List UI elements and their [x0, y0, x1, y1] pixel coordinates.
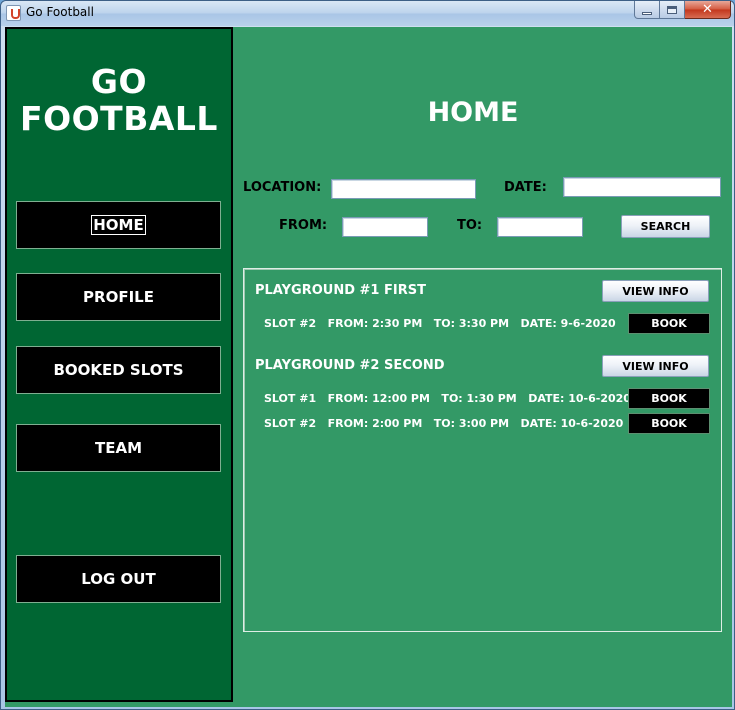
location-label: LOCATION:	[243, 180, 322, 195]
page-title: HOME	[427, 97, 519, 128]
slot-details: SLOT #2 FROM: 2:00 PM TO: 3:00 PM DATE: …	[264, 417, 624, 430]
sidebar-item-home[interactable]: HOME	[16, 201, 221, 249]
view-info-button[interactable]: VIEW INFO	[602, 355, 709, 377]
maximize-icon	[667, 5, 677, 14]
location-input[interactable]	[331, 179, 476, 199]
sidebar-item-log-out[interactable]: LOG OUT	[16, 555, 221, 603]
minimize-icon	[642, 11, 652, 15]
app-window: Go Football ✕ GO FOOTBALL HOME PROFILE B…	[0, 0, 735, 710]
title-bar[interactable]: Go Football ✕	[1, 1, 734, 26]
playground-name: PLAYGROUND #1 FIRST	[255, 283, 426, 298]
window-title: Go Football	[26, 5, 94, 19]
sidebar-item-label: HOME	[91, 215, 146, 235]
sidebar-item-booked-slots[interactable]: BOOKED SLOTS	[16, 346, 221, 394]
brand-line-2: FOOTBALL	[20, 99, 218, 138]
sidebar-item-label: LOG OUT	[81, 570, 156, 588]
book-button[interactable]: BOOK	[628, 313, 710, 334]
to-label: TO:	[457, 218, 483, 233]
close-button[interactable]: ✕	[685, 1, 731, 19]
minimize-button[interactable]	[634, 1, 660, 19]
slot-details: SLOT #2 FROM: 2:30 PM TO: 3:30 PM DATE: …	[264, 317, 616, 330]
sidebar-item-team[interactable]: TEAM	[16, 424, 221, 472]
sidebar-item-label: BOOKED SLOTS	[53, 361, 184, 379]
sidebar-item-label: PROFILE	[83, 288, 154, 306]
sidebar-item-label: TEAM	[94, 439, 142, 457]
search-button[interactable]: SEARCH	[621, 215, 710, 238]
view-info-button[interactable]: VIEW INFO	[602, 280, 709, 302]
close-icon: ✕	[702, 2, 713, 17]
sidebar-item-profile[interactable]: PROFILE	[16, 273, 221, 321]
date-input[interactable]	[563, 177, 721, 197]
maximize-button[interactable]	[660, 1, 685, 19]
book-button[interactable]: BOOK	[628, 388, 710, 409]
results-panel: PLAYGROUND #1 FIRST VIEW INFO SLOT #2 FR…	[243, 268, 722, 632]
slot-details: SLOT #1 FROM: 12:00 PM TO: 1:30 PM DATE:…	[264, 392, 631, 405]
brand-line-1: GO	[90, 62, 148, 101]
book-button[interactable]: BOOK	[628, 413, 710, 434]
to-input[interactable]	[497, 217, 583, 237]
from-input[interactable]	[342, 217, 428, 237]
window-controls: ✕	[634, 1, 731, 20]
java-app-icon[interactable]	[6, 5, 21, 21]
from-label: FROM:	[279, 218, 328, 233]
brand-logo-text: GO FOOTBALL	[7, 63, 231, 137]
main-panel: HOME LOCATION: DATE: FROM: TO: SEARCH PL…	[233, 27, 732, 707]
sidebar: GO FOOTBALL HOME PROFILE BOOKED SLOTS TE…	[5, 27, 233, 702]
client-area: GO FOOTBALL HOME PROFILE BOOKED SLOTS TE…	[5, 27, 732, 707]
playground-name: PLAYGROUND #2 SECOND	[255, 358, 445, 373]
date-label: DATE:	[504, 180, 547, 195]
